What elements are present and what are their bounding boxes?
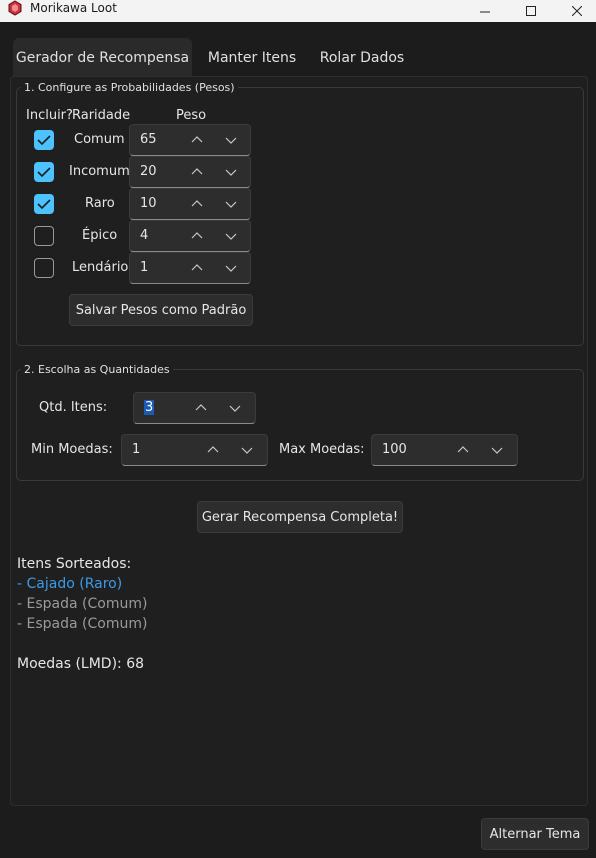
checkmark-icon: [37, 135, 51, 146]
app-logo-icon: [8, 0, 22, 16]
close-button[interactable]: [554, 0, 596, 22]
result-item: - Espada (Comum): [17, 596, 148, 612]
weight-spinbox-lendario[interactable]: 1: [129, 252, 251, 284]
title-bar: Morikawa Loot: [0, 0, 596, 22]
chevron-down-icon[interactable]: [490, 444, 504, 456]
minimize-icon: [480, 11, 490, 13]
include-checkbox-lendario[interactable]: [34, 258, 54, 278]
rarity-label-lendario: Lendário: [72, 260, 129, 275]
max-coins-spinbox[interactable]: 100: [371, 434, 518, 466]
include-checkbox-epico[interactable]: [34, 226, 54, 246]
save-weights-button[interactable]: Salvar Pesos como Padrão: [69, 294, 253, 326]
rarity-label-raro: Raro: [85, 196, 115, 211]
weight-value: 4: [140, 228, 149, 243]
tab-rolar-dados[interactable]: Rolar Dados: [312, 38, 412, 78]
chevron-down-icon[interactable]: [224, 198, 238, 210]
items-quantity-spinbox[interactable]: 3: [133, 392, 256, 424]
weight-spinbox-comum[interactable]: 65: [129, 124, 251, 156]
rarity-label-epico: Épico: [82, 228, 118, 243]
chevron-up-icon[interactable]: [194, 402, 208, 414]
minimize-button[interactable]: [462, 0, 508, 22]
min-coins-value: 1: [132, 442, 141, 457]
items-quantity-label: Qtd. Itens:: [39, 400, 108, 415]
min-coins-label: Min Moedas:: [31, 442, 113, 457]
generate-reward-button[interactable]: Gerar Recompensa Completa!: [197, 501, 403, 533]
results-heading: Itens Sorteados:: [17, 556, 132, 572]
weight-value: 65: [140, 132, 157, 147]
chevron-down-icon[interactable]: [228, 402, 242, 414]
include-checkbox-raro[interactable]: [34, 194, 54, 214]
weight-spinbox-epico[interactable]: 4: [129, 220, 251, 252]
toggle-theme-button[interactable]: Alternar Tema: [481, 818, 589, 850]
quantities-group-title: 2. Escolha as Quantidades: [21, 363, 173, 376]
chevron-down-icon[interactable]: [240, 444, 254, 456]
weight-value: 1: [140, 260, 149, 275]
weight-spinbox-raro[interactable]: 10: [129, 188, 251, 220]
chevron-down-icon[interactable]: [224, 134, 238, 146]
weight-value: 20: [140, 164, 157, 179]
window-title: Morikawa Loot: [30, 1, 117, 15]
chevron-up-icon[interactable]: [190, 134, 204, 146]
chevron-up-icon[interactable]: [190, 230, 204, 242]
tab-manter-itens[interactable]: Manter Itens: [198, 38, 306, 78]
weight-spinbox-incomum[interactable]: 20: [129, 156, 251, 188]
close-icon: [572, 6, 582, 16]
chevron-up-icon[interactable]: [190, 262, 204, 274]
result-item: - Cajado (Raro): [17, 576, 123, 592]
tab-gerador-de-recompensa[interactable]: Gerador de Recompensa: [13, 38, 192, 78]
chevron-up-icon[interactable]: [206, 444, 220, 456]
chevron-up-icon[interactable]: [190, 166, 204, 178]
include-column-header: Incluir?: [26, 108, 73, 123]
weight-value: 10: [140, 196, 157, 211]
checkmark-icon: [37, 199, 51, 210]
items-quantity-value[interactable]: 3: [144, 400, 155, 415]
max-coins-value: 100: [382, 442, 407, 457]
coins-result: Moedas (LMD): 68: [17, 656, 145, 672]
chevron-down-icon[interactable]: [224, 166, 238, 178]
chevron-up-icon[interactable]: [190, 198, 204, 210]
include-checkbox-comum[interactable]: [34, 130, 54, 150]
include-checkbox-incomum[interactable]: [34, 162, 54, 182]
rarity-label-comum: Comum: [74, 132, 125, 147]
chevron-down-icon[interactable]: [224, 230, 238, 242]
rarity-column-header: Raridade: [72, 108, 131, 123]
maximize-button[interactable]: [508, 0, 554, 22]
maximize-icon: [526, 6, 536, 16]
weight-column-header: Peso: [176, 108, 207, 123]
checkmark-icon: [37, 167, 51, 178]
chevron-up-icon[interactable]: [456, 444, 470, 456]
max-coins-label: Max Moedas:: [279, 442, 365, 457]
rarity-label-incomum: Incomum: [69, 164, 130, 179]
min-coins-spinbox[interactable]: 1: [121, 434, 268, 466]
chevron-down-icon[interactable]: [224, 262, 238, 274]
weights-group-title: 1. Configure as Probabilidades (Pesos): [21, 81, 238, 94]
result-item: - Espada (Comum): [17, 616, 148, 632]
